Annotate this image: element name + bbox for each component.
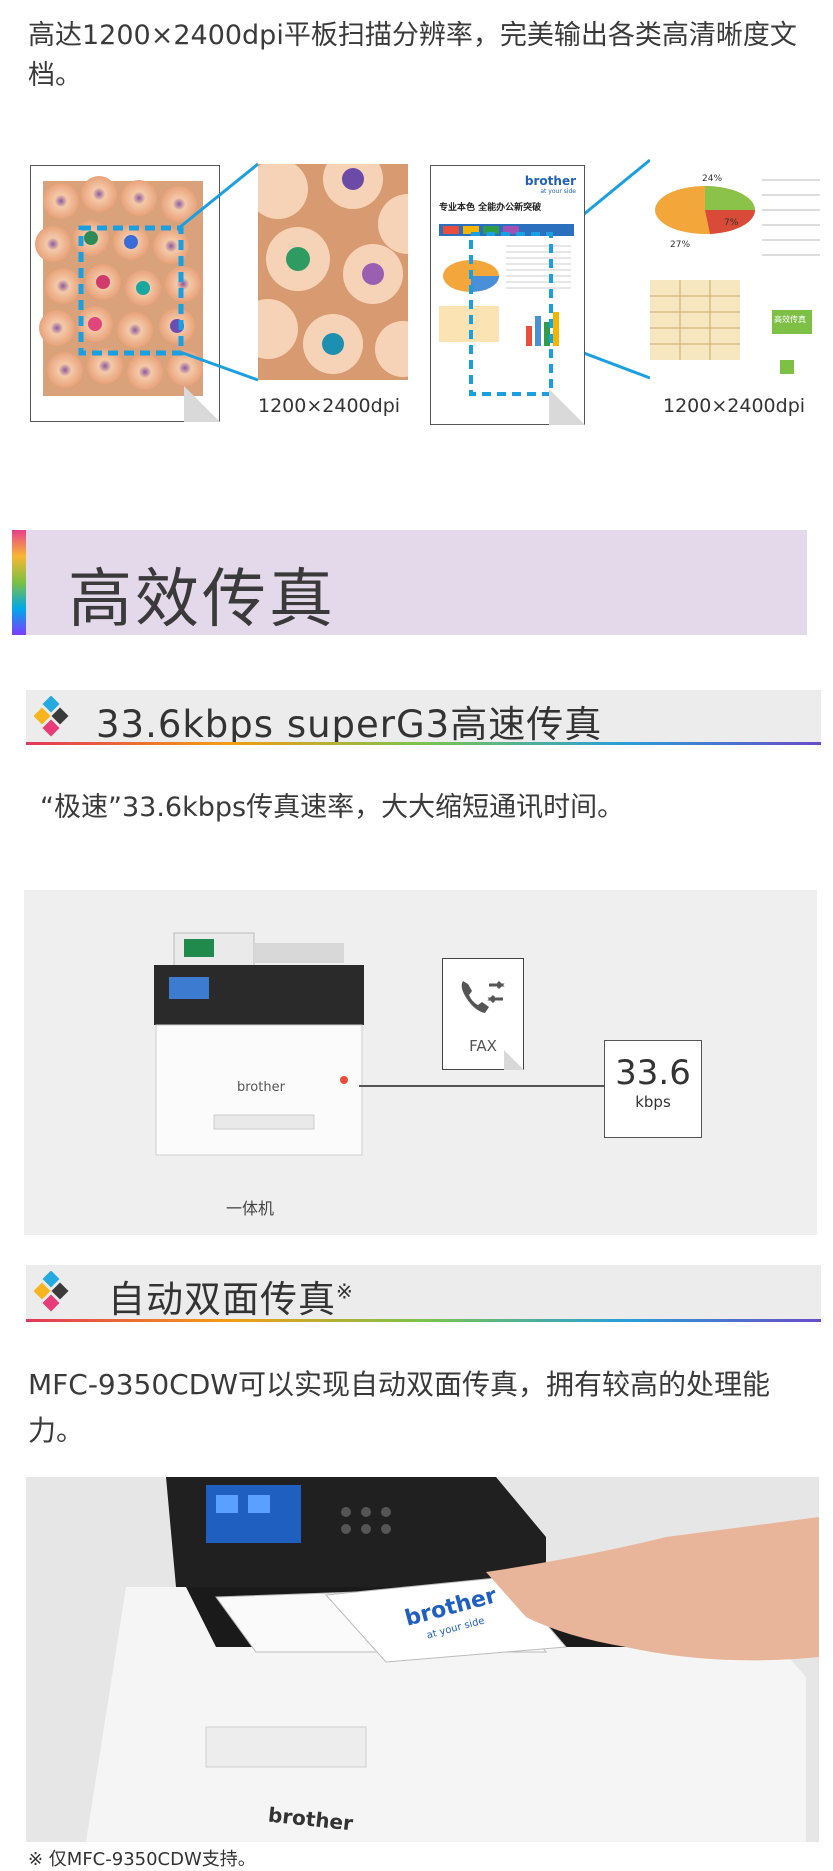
pencil-zoom-image <box>258 164 408 380</box>
diamond-cluster-icon <box>34 696 69 737</box>
device-label: 一体机 <box>226 1199 275 1218</box>
page-curl <box>549 389 585 425</box>
zoom-pct-label: 24% <box>702 174 723 184</box>
heading-rainbow-underline <box>26 742 821 745</box>
printer-duplex-photo: brother at your side brother <box>26 1477 819 1842</box>
heading-rainbow-underline <box>26 1319 821 1322</box>
band-rainbow-stripe <box>12 530 26 635</box>
speed-value: 33.6 <box>615 1053 691 1093</box>
doc-thumbnail-graphics <box>439 224 574 396</box>
doc-brand-tag: at your side <box>540 188 576 195</box>
printer-illustration <box>154 932 364 1156</box>
doc-heading: 专业本色 全能办公新突破 <box>439 203 542 213</box>
duplex-heading: 自动双面传真※ <box>108 1269 354 1323</box>
page-curl <box>504 1050 524 1070</box>
duplex-heading-text: 自动双面传真 <box>108 1278 336 1321</box>
speed-body-text: “极速”33.6kbps传真速率，大大缩短通讯时间。 <box>40 792 625 823</box>
document-original-panel: brother at your side 专业本色 全能办公新突破 <box>430 165 585 425</box>
fax-illustration: brother 一体机 FAX 33.6 kbps <box>24 890 817 1235</box>
scan-resolution-caption-left: 1200×2400dpi <box>258 395 401 417</box>
scan-resolution-caption-right: 1200×2400dpi <box>663 395 806 417</box>
connection-line <box>359 1085 605 1087</box>
footnote: ※ 仅MFC-9350CDW支持。 <box>28 1849 256 1870</box>
doc-brand-logo: brother <box>524 174 576 188</box>
section-title: 高效传真 <box>68 563 336 637</box>
zoom-pct-label: 7% <box>724 218 739 228</box>
diamond-cluster-icon <box>34 1271 69 1312</box>
zoom-pct-label: 27% <box>670 240 691 250</box>
document-zoom-image: 24% 7% 27% 高效传真 <box>650 160 820 380</box>
subheading-bar-duplex: 自动双面传真※ <box>26 1265 821 1322</box>
section-band-fax: 高效传真 <box>12 530 807 637</box>
speed-readout-box: 33.6 kbps <box>604 1040 702 1138</box>
duplex-body-text: MFC-9350CDW可以实现自动双面传真，拥有较高的处理能力。 <box>28 1368 770 1447</box>
zoom-side-label: 高效传真 <box>774 315 806 324</box>
phone-transfer-icon <box>461 980 505 1013</box>
printer-brand: brother <box>237 1080 285 1095</box>
speed-unit: kbps <box>635 1093 671 1111</box>
subheading-bar-speed: 33.6kbps superG3高速传真 <box>26 690 821 746</box>
speed-heading: 33.6kbps superG3高速传真 <box>96 703 603 746</box>
duplex-heading-mark: ※ <box>336 1279 354 1304</box>
fax-doc-card: FAX <box>442 958 524 1070</box>
